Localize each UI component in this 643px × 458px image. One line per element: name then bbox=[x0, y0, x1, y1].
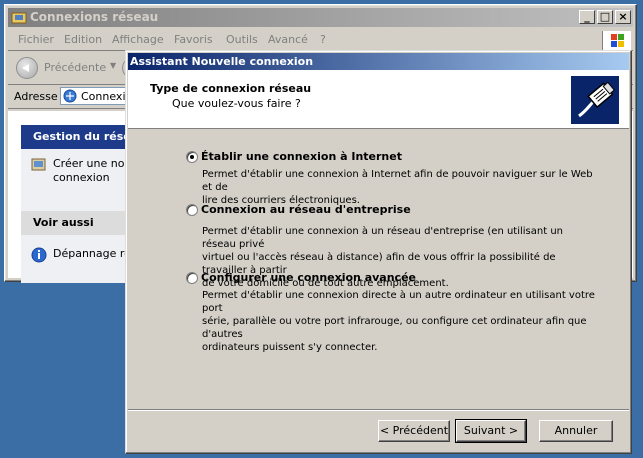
create-connection-line1: Créer une nou bbox=[53, 157, 132, 170]
desc-line: série, parallèle ou votre port infraroug… bbox=[202, 316, 587, 340]
network-connections-icon bbox=[63, 89, 77, 103]
next-button[interactable]: Suivant > bbox=[455, 419, 527, 443]
address-label: Adresse bbox=[14, 90, 58, 103]
menu-edition[interactable]: Edition bbox=[64, 33, 102, 46]
back-button-label[interactable]: Précédente bbox=[44, 61, 106, 74]
option-advanced-desc: Permet d'établir une connexion directe à… bbox=[202, 289, 597, 354]
menu-avance[interactable]: Avancé bbox=[268, 33, 308, 46]
new-connection-icon bbox=[31, 158, 46, 171]
desc-line: Permet d'établir une connexion à un rése… bbox=[202, 226, 564, 250]
back-dropdown-icon[interactable]: ▼ bbox=[110, 61, 116, 70]
window-title: Connexions réseau bbox=[30, 10, 159, 24]
menu-help[interactable]: ? bbox=[320, 33, 326, 46]
option-corporate-label[interactable]: Connexion au réseau d'entreprise bbox=[201, 203, 411, 216]
back-button[interactable]: < Précédent bbox=[378, 420, 450, 442]
info-icon bbox=[31, 247, 47, 263]
window-titlebar[interactable]: Connexions réseau _ □ × bbox=[8, 8, 633, 27]
wizard-header-title: Type de connexion réseau bbox=[150, 82, 312, 95]
radio-corporate[interactable] bbox=[186, 204, 198, 216]
close-button[interactable]: × bbox=[615, 10, 631, 24]
menu-fichier[interactable]: Fichier bbox=[18, 33, 54, 46]
wizard-body: Établir une connexion à Internet Permet … bbox=[128, 129, 629, 409]
back-arrow-icon[interactable] bbox=[16, 57, 38, 79]
panel-title-gestion[interactable]: Gestion du résea bbox=[21, 125, 141, 149]
wizard-header: Type de connexion réseau Que voulez-vous… bbox=[128, 70, 629, 129]
minimize-button[interactable]: _ bbox=[579, 10, 595, 24]
wizard-header-subtitle: Que voulez-vous faire ? bbox=[172, 97, 301, 110]
radio-advanced[interactable] bbox=[186, 272, 198, 284]
desc-line: Permet d'établir une connexion directe à… bbox=[202, 290, 595, 314]
windows-logo-icon bbox=[602, 31, 631, 51]
see-also-panel: Voir aussi Dépannage ré bbox=[21, 211, 141, 283]
new-connection-wizard: Assistant Nouvelle connexion Type de con… bbox=[125, 50, 632, 454]
create-connection-line2: connexion bbox=[53, 171, 110, 184]
desc-line: ordinateurs puissent s'y connecter. bbox=[202, 342, 378, 353]
menu-affichage[interactable]: Affichage bbox=[112, 33, 164, 46]
desc-line: Permet d'établir une connexion à Interne… bbox=[202, 169, 593, 193]
menu-favoris[interactable]: Favoris bbox=[174, 33, 213, 46]
menu-bar: Fichier Edition Affichage Favoris Outils… bbox=[8, 30, 633, 51]
network-cable-icon bbox=[571, 76, 619, 124]
network-folder-icon bbox=[11, 12, 27, 24]
troubleshoot-link[interactable]: Dépannage ré bbox=[31, 247, 133, 263]
option-advanced-label[interactable]: Configurer une connexion avancée bbox=[201, 271, 416, 284]
create-connection-link[interactable]: Créer une nou connexion bbox=[31, 157, 133, 185]
option-internet-desc: Permet d'établir une connexion à Interne… bbox=[202, 168, 597, 207]
option-internet-label[interactable]: Établir une connexion à Internet bbox=[201, 150, 402, 163]
panel-title-voir-aussi[interactable]: Voir aussi bbox=[21, 211, 141, 235]
maximize-button[interactable]: □ bbox=[597, 10, 613, 24]
radio-internet[interactable] bbox=[186, 151, 198, 163]
network-tasks-panel: Gestion du résea Créer une nou connexion bbox=[21, 125, 141, 211]
troubleshoot-label: Dépannage ré bbox=[53, 247, 131, 260]
cancel-button[interactable]: Annuler bbox=[539, 420, 613, 442]
menu-outils[interactable]: Outils bbox=[226, 33, 258, 46]
wizard-titlebar[interactable]: Assistant Nouvelle connexion bbox=[128, 53, 629, 70]
wizard-separator bbox=[128, 409, 629, 411]
